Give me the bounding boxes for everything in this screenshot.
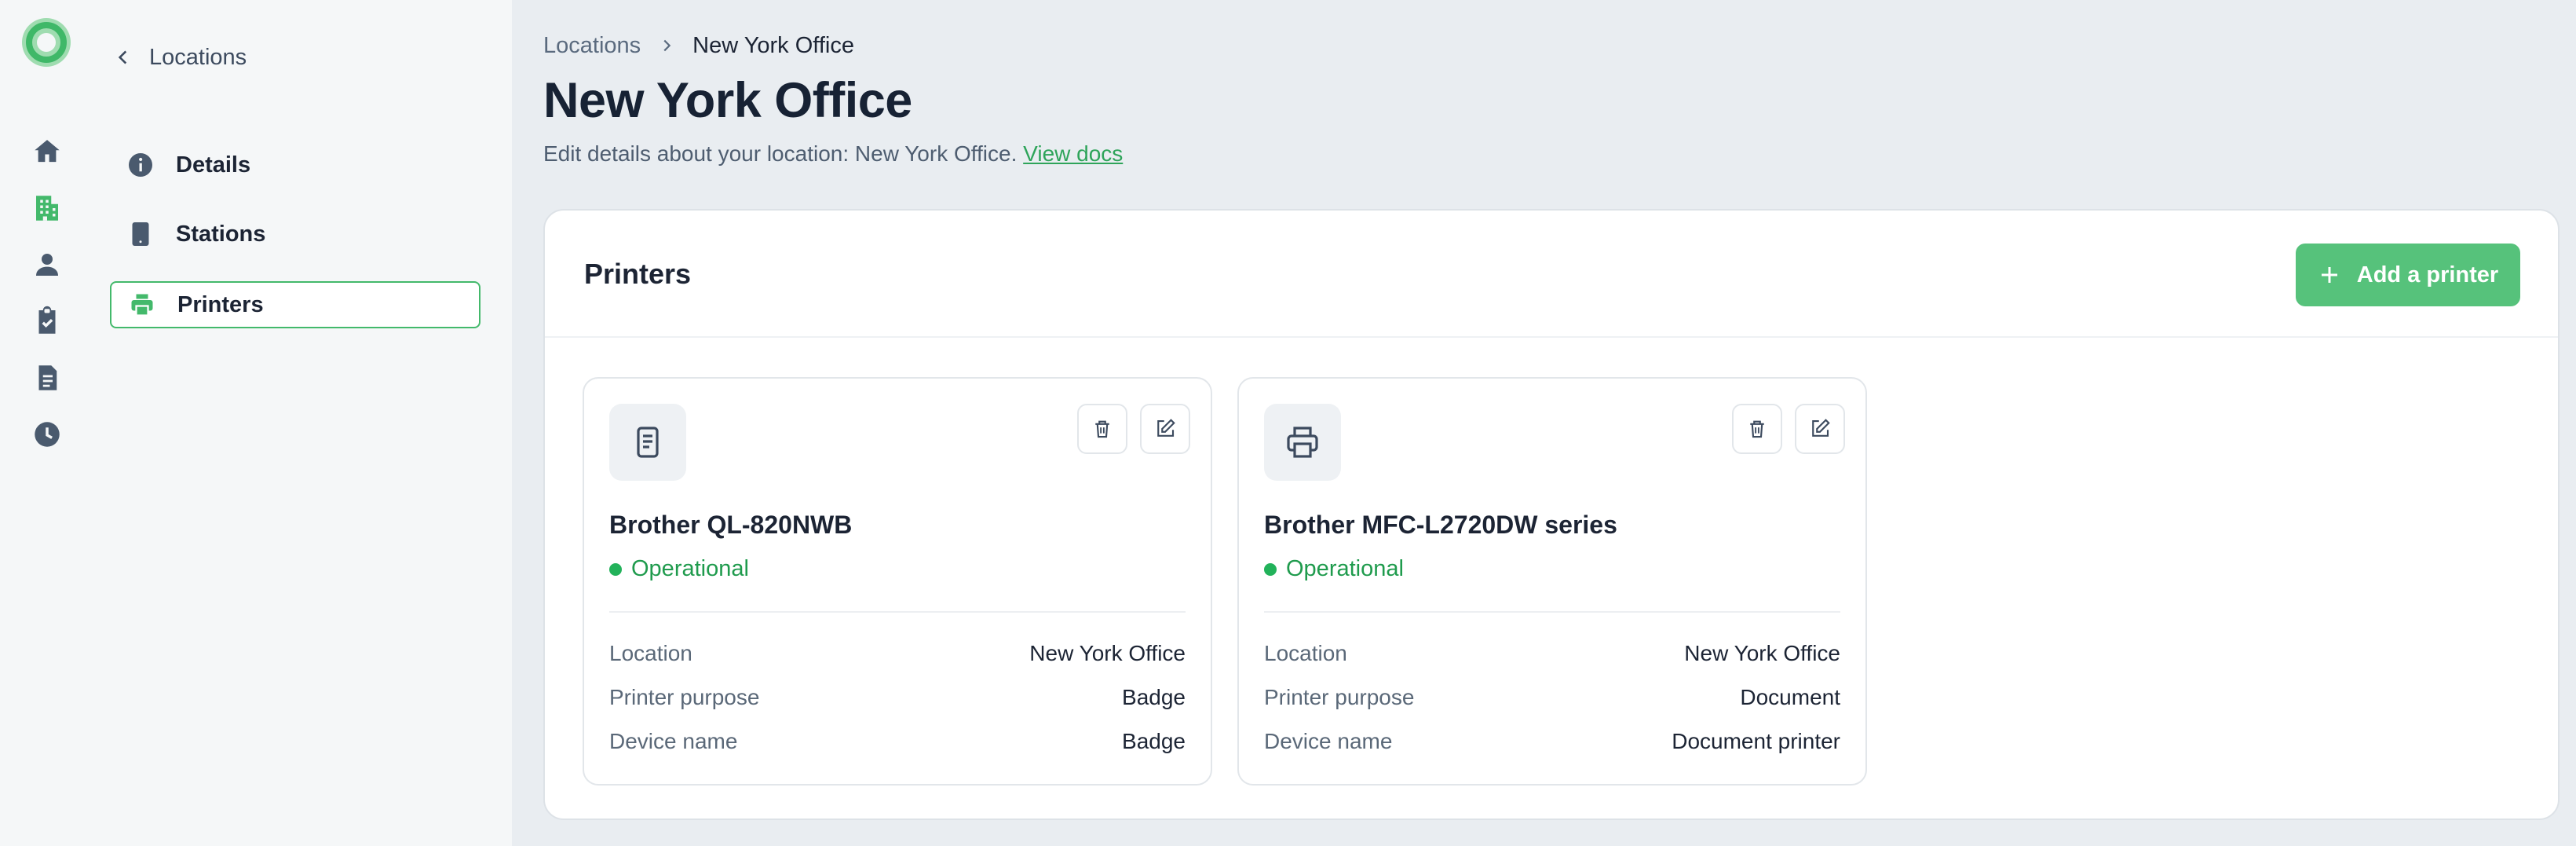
icon-rail xyxy=(0,0,96,846)
detail-row-device-name: Device name Document printer xyxy=(1264,726,1840,757)
clipboard-check-icon[interactable] xyxy=(29,303,65,339)
printers-panel-header: Printers Add a printer xyxy=(545,211,2558,338)
printers-panel: Printers Add a printer Brother QL-820NWB… xyxy=(543,209,2560,820)
delete-printer-button[interactable] xyxy=(1732,404,1782,454)
detail-row-purpose: Printer purpose Badge xyxy=(609,682,1186,713)
detail-row-purpose: Printer purpose Document xyxy=(1264,682,1840,713)
clock-icon[interactable] xyxy=(29,416,65,452)
label-document-icon xyxy=(609,404,686,481)
row-value: New York Office xyxy=(1029,641,1186,665)
card-divider xyxy=(609,611,1186,613)
back-link-label: Locations xyxy=(149,44,247,70)
row-label: Location xyxy=(609,641,692,665)
edit-printer-button[interactable] xyxy=(1140,404,1190,454)
subnav-item-stations[interactable]: Stations xyxy=(110,211,480,258)
printer-card: Brother MFC-L2720DW series Operational L… xyxy=(1237,377,1867,786)
detail-row-location: Location New York Office xyxy=(1264,638,1840,669)
row-label: Location xyxy=(1264,641,1347,665)
row-value: Document printer xyxy=(1672,729,1840,753)
status-badge: Operational xyxy=(609,556,749,582)
status-dot xyxy=(1264,562,1277,576)
trash-icon xyxy=(1095,420,1109,438)
add-printer-button[interactable]: Add a printer xyxy=(2296,244,2520,306)
chevron-right-icon xyxy=(658,37,675,54)
chevron-left-icon xyxy=(118,50,127,64)
subnav-item-label: Printers xyxy=(177,291,264,317)
detail-row-device-name: Device name Badge xyxy=(609,726,1186,757)
edit-icon xyxy=(1812,419,1830,437)
row-value: New York Office xyxy=(1684,641,1840,665)
status-dot xyxy=(609,562,622,576)
detail-row-location: Location New York Office xyxy=(609,638,1186,669)
row-label: Device name xyxy=(1264,729,1393,753)
edit-printer-button[interactable] xyxy=(1795,404,1845,454)
page-subtitle-text: Edit details about your location: New Yo… xyxy=(543,141,1018,166)
info-icon xyxy=(126,150,155,180)
document-icon[interactable] xyxy=(29,360,65,396)
breadcrumb: Locations New York Office xyxy=(543,30,854,61)
tablet-icon xyxy=(126,219,155,249)
printer-name: Brother QL-820NWB xyxy=(609,511,853,539)
row-label: Device name xyxy=(609,729,738,753)
row-value: Badge xyxy=(1122,685,1186,709)
home-icon[interactable] xyxy=(29,134,65,170)
subnav-item-details[interactable]: Details xyxy=(110,141,480,189)
subnav-item-printers[interactable]: Printers xyxy=(110,281,480,328)
printer-icon xyxy=(127,290,157,320)
row-label: Printer purpose xyxy=(609,685,760,709)
back-to-locations-link[interactable]: Locations xyxy=(113,39,247,75)
status-text: Operational xyxy=(1286,556,1404,581)
edit-icon xyxy=(1157,419,1175,437)
view-docs-link[interactable]: View docs xyxy=(1023,141,1123,166)
status-badge: Operational xyxy=(1264,556,1404,582)
person-icon[interactable] xyxy=(29,247,65,283)
row-label: Printer purpose xyxy=(1264,685,1415,709)
building-icon[interactable] xyxy=(29,190,65,226)
card-divider xyxy=(1264,611,1840,613)
printer-card: Brother QL-820NWB Operational Location N… xyxy=(583,377,1212,786)
trash-icon xyxy=(1750,420,1764,438)
breadcrumb-locations-link[interactable]: Locations xyxy=(543,33,641,59)
breadcrumb-current: New York Office xyxy=(692,32,854,58)
panel-title: Printers xyxy=(584,258,692,290)
row-value: Document xyxy=(1740,685,1840,709)
printer-icon xyxy=(1264,404,1341,481)
app-logo[interactable] xyxy=(20,16,72,68)
delete-printer-button[interactable] xyxy=(1077,404,1127,454)
subnav-item-label: Details xyxy=(176,152,251,178)
row-value: Badge xyxy=(1122,729,1186,753)
add-printer-label: Add a printer xyxy=(2356,262,2499,287)
plus-icon xyxy=(2321,267,2337,283)
status-text: Operational xyxy=(631,556,749,581)
location-subnav: Locations Details Stations Printers xyxy=(96,0,512,846)
printer-name: Brother MFC-L2720DW series xyxy=(1264,511,1617,539)
subnav-item-label: Stations xyxy=(176,221,266,247)
page-title: New York Office xyxy=(543,73,912,128)
page-subtitle: Edit details about your location: New Yo… xyxy=(543,141,1123,167)
